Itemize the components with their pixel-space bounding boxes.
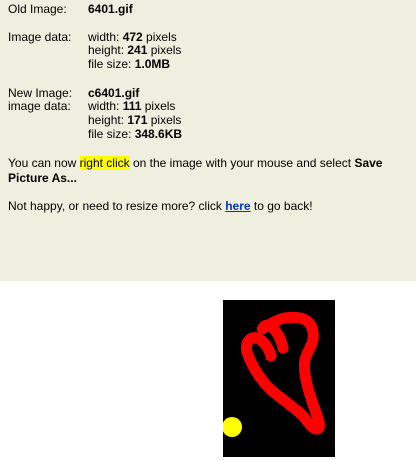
old-image-label: Old Image: — [8, 2, 67, 16]
old-image-data-label: Image data: — [8, 30, 72, 44]
new-image-height: height: 171 pixels — [88, 113, 182, 127]
save-instructions: You can now right click on the image wit… — [8, 156, 383, 185]
go-back-text: Not happy, or need to resize more? click… — [8, 199, 313, 213]
here-link[interactable]: here — [225, 199, 250, 213]
resized-image[interactable] — [222, 300, 335, 457]
new-image-width: width: 111 pixels — [88, 99, 176, 113]
heart-drawing — [222, 300, 335, 457]
info-panel: Old Image: 6401.gif Image data: width: 4… — [0, 0, 416, 281]
new-image-size: file size: 348.6KB — [88, 127, 183, 141]
old-image-filename: 6401.gif — [88, 2, 133, 16]
old-image-height: height: 241 pixels — [88, 43, 182, 57]
new-image-data-label: image data: — [8, 99, 71, 113]
old-image-size: file size: 1.0MB — [88, 57, 171, 71]
right-click-highlight: right click — [79, 156, 130, 170]
